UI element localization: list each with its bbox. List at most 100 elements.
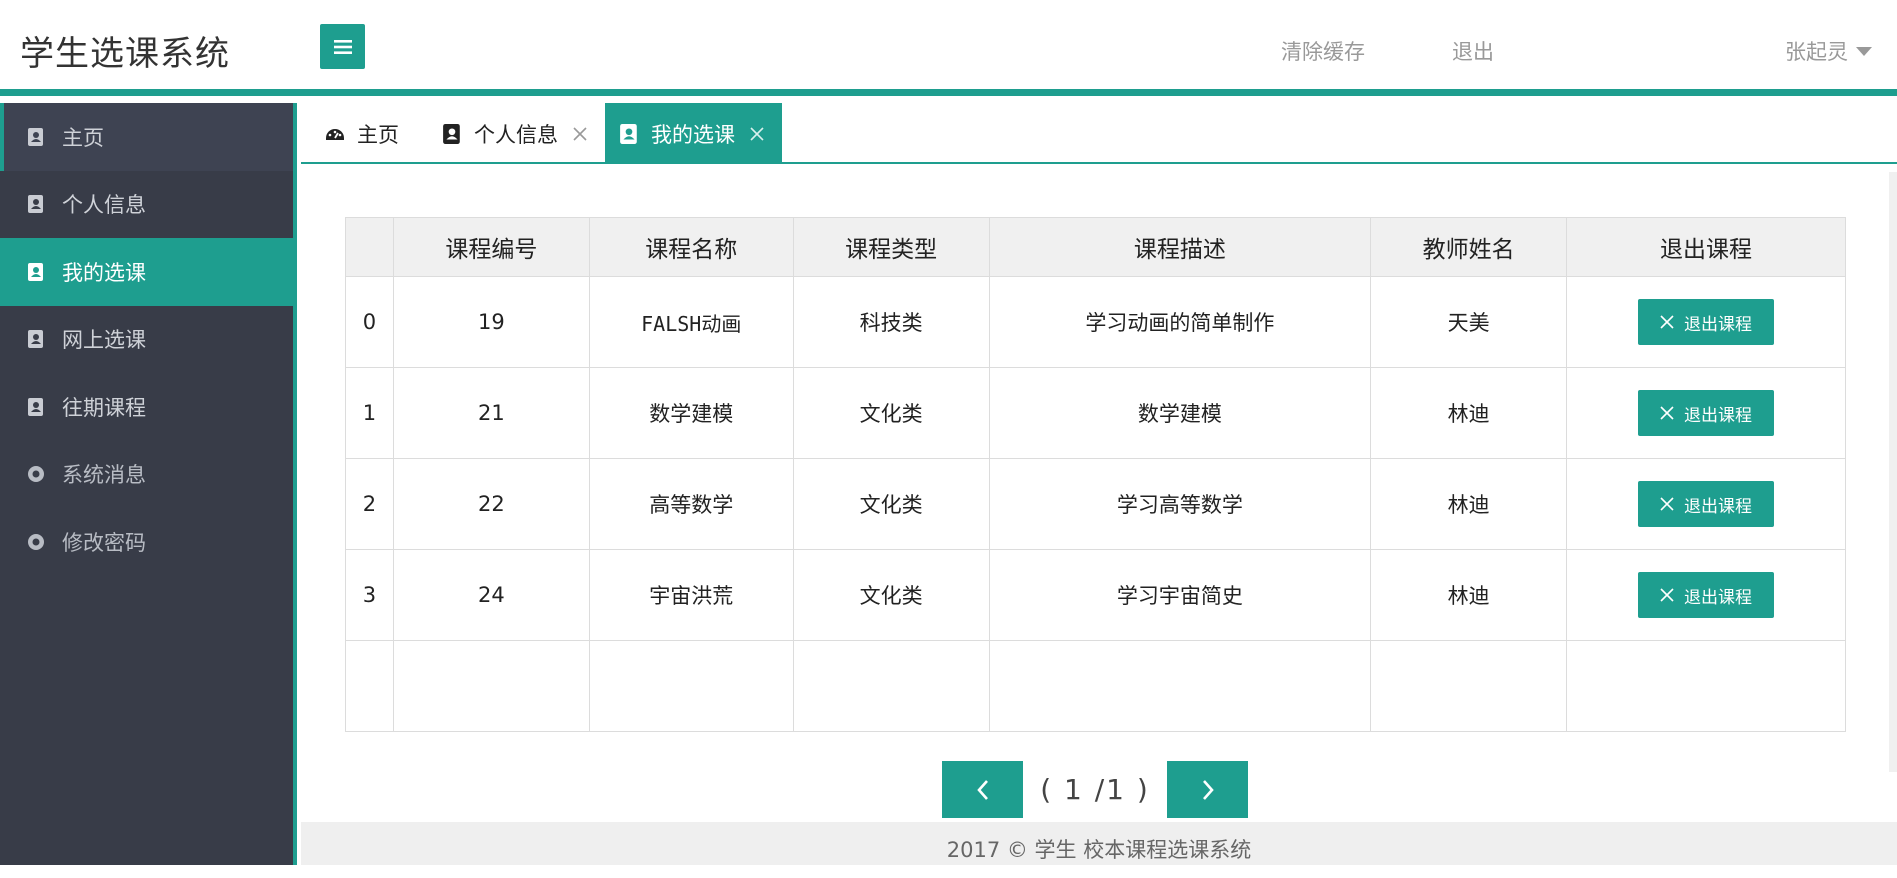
contact-book-icon	[28, 127, 43, 146]
sidebar-item-label: 个人信息	[62, 193, 146, 218]
empty-cell	[1370, 640, 1568, 732]
teacher-name: 林迪	[1370, 367, 1568, 459]
sidebar-item-label: 系统消息	[62, 463, 146, 488]
username: 张起灵	[1785, 40, 1848, 64]
course-name: 高等数学	[588, 458, 794, 550]
clear-cache-link[interactable]: 清除缓存	[1281, 36, 1365, 66]
close-icon[interactable]	[572, 126, 588, 142]
column-header: 课程描述	[988, 217, 1372, 277]
row-index: 0	[345, 276, 394, 368]
logout-link[interactable]: 退出	[1452, 36, 1494, 66]
course-name: 宇宙洪荒	[588, 549, 794, 641]
column-header: 课程编号	[392, 217, 590, 277]
contact-book-icon	[443, 123, 460, 144]
course-description: 数学建模	[988, 367, 1372, 459]
footer: 2017 © 学生 校本课程选课系统	[301, 822, 1897, 865]
empty-cell	[345, 640, 394, 732]
quit-course-button[interactable]: 退出课程	[1638, 390, 1775, 436]
scrollbar[interactable]	[1889, 172, 1897, 772]
empty-cell	[1566, 640, 1846, 732]
contact-book-icon	[28, 397, 43, 416]
sidebar-item-online-selection[interactable]: 网上选课	[0, 306, 293, 374]
sidebar-item-label: 往期课程	[62, 395, 146, 420]
course-type: 文化类	[792, 367, 990, 459]
chevron-left-icon	[976, 779, 988, 800]
tab-label: 主页	[357, 122, 399, 147]
close-icon	[1660, 315, 1674, 329]
course-id: 22	[392, 458, 590, 550]
tab-label: 我的选课	[651, 122, 735, 147]
course-type: 文化类	[792, 549, 990, 641]
tab-my-courses[interactable]: 我的选课	[605, 103, 782, 164]
sidebar: 主页 个人信息 我的选课 网上选课 往期课程 系统消息 修改密码	[0, 103, 297, 865]
close-icon	[1660, 497, 1674, 511]
tab-label: 个人信息	[474, 122, 558, 147]
row-index: 2	[345, 458, 394, 550]
quit-course-label: 退出课程	[1684, 496, 1753, 517]
sidebar-item-label: 网上选课	[62, 328, 146, 353]
column-header: 退出课程	[1566, 217, 1846, 277]
circle-icon	[28, 466, 44, 483]
sidebar-item-past-courses[interactable]: 往期课程	[0, 373, 293, 441]
close-icon	[1660, 588, 1674, 602]
tab-bar: 主页 个人信息 我的选课	[301, 103, 1897, 164]
course-name: 数学建模	[588, 367, 794, 459]
quit-course-label: 退出课程	[1684, 587, 1753, 608]
course-description: 学习高等数学	[988, 458, 1372, 550]
table-row: 3 24 宇宙洪荒 文化类 学习宇宙简史 林迪 退出课程	[345, 549, 1846, 641]
empty-cell	[988, 640, 1372, 732]
close-icon	[1660, 406, 1674, 420]
sidebar-item-home[interactable]: 主页	[0, 103, 293, 171]
table-header-row: 课程编号 课程名称 课程类型 课程描述 教师姓名 退出课程	[345, 217, 1846, 277]
sidebar-item-change-password[interactable]: 修改密码	[0, 508, 293, 576]
column-header: 课程名称	[588, 217, 794, 277]
contact-book-icon	[28, 262, 43, 281]
quit-course-button[interactable]: 退出课程	[1638, 481, 1775, 527]
user-menu[interactable]: 张起灵	[1785, 36, 1872, 66]
contact-book-icon	[28, 330, 43, 349]
quit-cell: 退出课程	[1566, 276, 1846, 368]
row-index: 3	[345, 549, 394, 641]
close-icon[interactable]	[749, 126, 765, 142]
pagination: ( 1 /1 )	[942, 761, 1248, 818]
quit-cell: 退出课程	[1566, 549, 1846, 641]
tab-profile[interactable]: 个人信息	[442, 103, 588, 164]
column-header: 课程类型	[792, 217, 990, 277]
sidebar-item-profile[interactable]: 个人信息	[0, 171, 293, 239]
quit-course-button[interactable]: 退出课程	[1638, 572, 1775, 618]
contact-book-icon	[28, 195, 43, 214]
table-row: 0 19 FALSH动画 科技类 学习动画的简单制作 天美 退出课程	[345, 276, 1846, 368]
column-header	[345, 217, 394, 277]
table-row: 1 21 数学建模 文化类 数学建模 林迪 退出课程	[345, 367, 1846, 459]
empty-cell	[792, 640, 990, 732]
table-row-empty	[345, 640, 1846, 732]
course-id: 19	[392, 276, 590, 368]
app-title: 学生选课系统	[20, 34, 230, 74]
chevron-down-icon	[1856, 46, 1872, 56]
row-index: 1	[345, 367, 394, 459]
dashboard-icon	[326, 128, 344, 140]
top-header: 学生选课系统 清除缓存 退出 张起灵	[0, 0, 1897, 96]
tab-home[interactable]: 主页	[325, 103, 399, 164]
quit-course-label: 退出课程	[1684, 314, 1753, 335]
prev-page-button[interactable]	[942, 761, 1023, 818]
sidebar-item-label: 修改密码	[62, 530, 146, 555]
teacher-name: 天美	[1370, 276, 1568, 368]
empty-cell	[588, 640, 794, 732]
sidebar-item-my-courses[interactable]: 我的选课	[0, 238, 293, 306]
next-page-button[interactable]	[1167, 761, 1248, 818]
hamburger-icon	[333, 39, 352, 54]
course-type: 科技类	[792, 276, 990, 368]
circle-icon	[28, 533, 44, 550]
course-name: FALSH动画	[588, 276, 794, 368]
menu-toggle-button[interactable]	[320, 24, 365, 69]
sidebar-item-label: 主页	[62, 125, 104, 150]
quit-course-button[interactable]: 退出课程	[1638, 299, 1775, 345]
teacher-name: 林迪	[1370, 458, 1568, 550]
page-indicator: ( 1 /1 )	[1040, 773, 1150, 806]
sidebar-item-messages[interactable]: 系统消息	[0, 441, 293, 509]
column-header: 教师姓名	[1370, 217, 1568, 277]
chevron-right-icon	[1202, 779, 1214, 800]
teacher-name: 林迪	[1370, 549, 1568, 641]
course-table: 课程编号 课程名称 课程类型 课程描述 教师姓名 退出课程 0 19 FALSH…	[345, 217, 1846, 732]
